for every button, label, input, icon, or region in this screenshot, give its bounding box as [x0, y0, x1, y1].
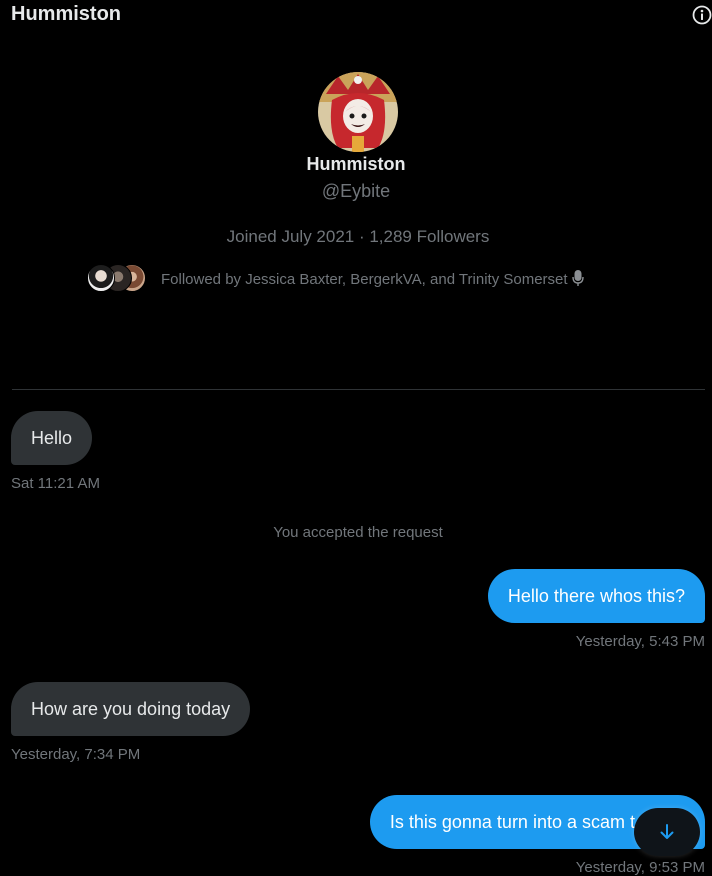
- followers-count[interactable]: 1,289 Followers: [369, 227, 489, 246]
- info-icon[interactable]: [692, 5, 712, 25]
- joined-date: Joined July 2021: [226, 227, 355, 246]
- microphone-icon: [571, 269, 585, 287]
- message-timestamp: Yesterday, 7:34 PM: [11, 746, 141, 763]
- message-bubble-outgoing[interactable]: Hello there whos this?: [487, 569, 705, 623]
- message-timestamp: Yesterday, 9:53 PM: [575, 859, 705, 876]
- scroll-to-bottom-button[interactable]: [634, 808, 700, 856]
- message-timestamp: Yesterday, 5:43 PM: [575, 633, 705, 650]
- profile-handle[interactable]: @Eybite: [0, 181, 712, 202]
- meta-separator: ·: [354, 227, 370, 246]
- arrow-down-icon: [660, 824, 674, 839]
- system-note: You accepted the request: [273, 524, 443, 541]
- follower-avatars: [86, 264, 148, 292]
- profile-avatar[interactable]: [318, 72, 398, 152]
- follower-avatar: [87, 264, 115, 292]
- divider: [12, 389, 705, 390]
- message-timestamp: Sat 11:21 AM: [11, 475, 100, 492]
- profile-name[interactable]: Hummiston: [0, 154, 712, 175]
- message-bubble-incoming[interactable]: Hello: [11, 411, 93, 465]
- profile-meta: Joined July 2021 · 1,289 Followers: [0, 227, 712, 247]
- followed-by-label: Followed by Jessica Baxter, BergerkVA, a…: [161, 270, 568, 288]
- followed-by-row[interactable]: Followed by Jessica Baxter, BergerkVA, a…: [86, 263, 646, 293]
- message-bubble-incoming[interactable]: How are you doing today: [11, 682, 251, 736]
- conversation-title: Hummiston: [11, 3, 121, 25]
- followed-by-text: Followed by Jessica Baxter, BergerkVA, a…: [161, 269, 585, 288]
